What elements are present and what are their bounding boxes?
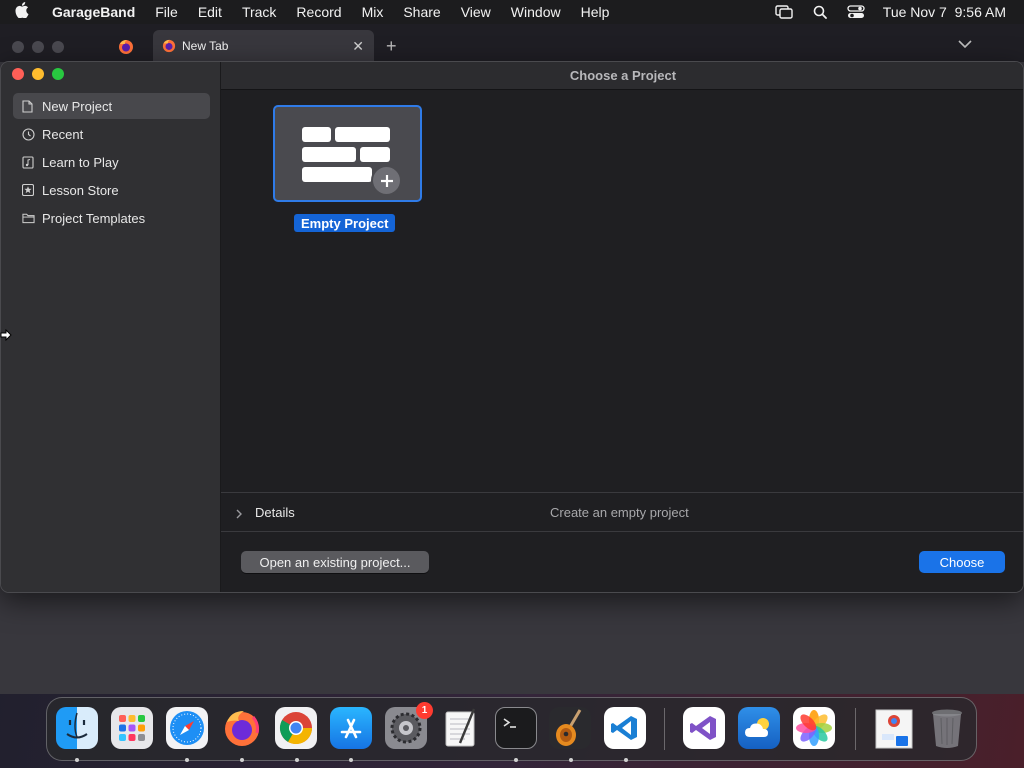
menubar-clock[interactable]: Tue Nov 7 9:56 AM bbox=[883, 4, 1006, 20]
menu-share[interactable]: Share bbox=[393, 4, 450, 20]
running-indicator bbox=[240, 758, 244, 762]
sidebar-item-new-project[interactable]: New Project bbox=[13, 93, 210, 119]
screen-mirroring-icon[interactable] bbox=[775, 5, 793, 19]
sidebar-item-label: Learn to Play bbox=[42, 154, 119, 170]
notification-badge: 1 bbox=[416, 702, 433, 719]
empty-project-label[interactable]: Empty Project bbox=[294, 214, 396, 232]
window-title: Choose a Project bbox=[221, 62, 1023, 90]
chrome-icon[interactable] bbox=[275, 707, 317, 749]
sidebar-item-label: Lesson Store bbox=[42, 182, 119, 198]
menu-edit[interactable]: Edit bbox=[188, 4, 232, 20]
menu-window[interactable]: Window bbox=[501, 4, 571, 20]
window-close-button[interactable] bbox=[12, 68, 24, 80]
music-book-icon bbox=[22, 155, 35, 169]
menu-bar: GarageBand File Edit Track Record Mix Sh… bbox=[0, 0, 1024, 24]
disclosure-triangle-icon[interactable] bbox=[235, 507, 243, 519]
sidebar-item-label: Project Templates bbox=[42, 210, 146, 226]
sidebar-item-recent[interactable]: Recent bbox=[13, 121, 210, 147]
dock-separator bbox=[855, 708, 856, 750]
window-controls bbox=[12, 68, 64, 80]
dock-separator bbox=[664, 708, 665, 750]
sidebar-item-label: New Project bbox=[42, 98, 113, 114]
chevron-down-icon[interactable] bbox=[958, 36, 972, 50]
menu-record[interactable]: Record bbox=[286, 4, 351, 20]
empty-project-tile[interactable] bbox=[273, 105, 422, 202]
firefox-icon bbox=[162, 39, 176, 53]
tab-close-icon[interactable]: ✕ bbox=[352, 38, 364, 55]
sidebar-item-learn-to-play[interactable]: Learn to Play bbox=[13, 149, 210, 175]
star-icon bbox=[22, 183, 35, 197]
choose-button[interactable]: Choose bbox=[919, 551, 1005, 573]
folder-icon bbox=[22, 212, 35, 225]
menu-help[interactable]: Help bbox=[571, 4, 620, 20]
dock: 1 bbox=[46, 697, 977, 762]
running-indicator bbox=[624, 758, 628, 762]
sidebar-list: New Project Recent Learn to Play Lesson … bbox=[13, 93, 210, 233]
pinned-tab-firefox-icon[interactable] bbox=[118, 39, 134, 55]
running-indicator bbox=[295, 758, 299, 762]
downloads-stack-icon[interactable] bbox=[873, 707, 915, 749]
browser-close-button[interactable] bbox=[12, 41, 24, 53]
sidebar: New Project Recent Learn to Play Lesson … bbox=[1, 62, 221, 592]
running-indicator bbox=[514, 758, 518, 762]
tab-new-tab[interactable]: New Tab ✕ bbox=[153, 30, 374, 62]
vscode-icon[interactable] bbox=[604, 707, 646, 749]
tab-title: New Tab bbox=[182, 39, 229, 53]
sidebar-item-lesson-store[interactable]: Lesson Store bbox=[13, 177, 210, 203]
textedit-icon[interactable] bbox=[440, 707, 482, 749]
sidebar-item-label: Recent bbox=[42, 126, 84, 142]
window-minimize-button[interactable] bbox=[32, 68, 44, 80]
resize-cursor-icon bbox=[0, 328, 12, 342]
main-panel: Choose a Project Empty Project Details C… bbox=[221, 62, 1023, 592]
details-toggle[interactable]: Details bbox=[255, 505, 295, 520]
plus-icon bbox=[371, 165, 402, 196]
photos-icon[interactable] bbox=[793, 707, 835, 749]
running-indicator bbox=[569, 758, 573, 762]
menu-file[interactable]: File bbox=[145, 4, 188, 20]
menu-mix[interactable]: Mix bbox=[352, 4, 394, 20]
visual-studio-icon[interactable] bbox=[683, 707, 725, 749]
details-bar: Details Create an empty project bbox=[221, 492, 1023, 532]
status-area: Tue Nov 7 9:56 AM bbox=[775, 0, 1006, 24]
menu-view[interactable]: View bbox=[451, 4, 501, 20]
clock-icon bbox=[22, 127, 35, 141]
browser-minimize-button[interactable] bbox=[32, 41, 44, 53]
finder-icon[interactable] bbox=[56, 707, 98, 749]
search-icon[interactable] bbox=[811, 5, 829, 19]
app-menu-garageband[interactable]: GarageBand bbox=[44, 4, 145, 20]
running-indicator bbox=[349, 758, 353, 762]
menu-track[interactable]: Track bbox=[232, 4, 286, 20]
launchpad-icon[interactable] bbox=[111, 707, 153, 749]
window-zoom-button[interactable] bbox=[52, 68, 64, 80]
trash-icon[interactable] bbox=[926, 707, 968, 749]
terminal-icon[interactable] bbox=[495, 707, 537, 749]
browser-zoom-button[interactable] bbox=[52, 41, 64, 53]
garageband-project-chooser: New Project Recent Learn to Play Lesson … bbox=[0, 61, 1024, 593]
project-description: Create an empty project bbox=[550, 505, 689, 520]
app-store-icon[interactable] bbox=[330, 707, 372, 749]
open-existing-project-button[interactable]: Open an existing project... bbox=[241, 551, 429, 573]
browser-window-controls bbox=[12, 41, 64, 53]
sidebar-item-project-templates[interactable]: Project Templates bbox=[13, 205, 210, 231]
running-indicator bbox=[75, 758, 79, 762]
browser-tab-bar: New Tab ✕ + bbox=[0, 24, 1024, 62]
document-icon bbox=[22, 99, 35, 113]
firefox-icon[interactable] bbox=[221, 707, 263, 749]
safari-icon[interactable] bbox=[166, 707, 208, 749]
garageband-icon[interactable] bbox=[549, 707, 591, 749]
new-tab-button[interactable]: + bbox=[386, 36, 397, 57]
control-center-icon[interactable] bbox=[847, 5, 865, 19]
running-indicator bbox=[185, 758, 189, 762]
apple-logo-icon[interactable] bbox=[0, 2, 44, 22]
weather-icon[interactable] bbox=[738, 707, 780, 749]
